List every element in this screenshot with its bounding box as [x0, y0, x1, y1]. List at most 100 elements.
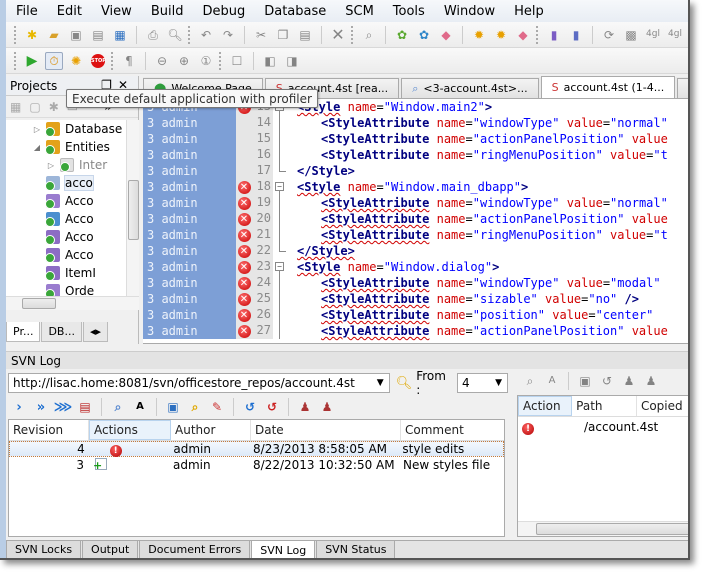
- menu-view[interactable]: View: [101, 4, 132, 19]
- rebuild-icon[interactable]: ✹: [492, 26, 510, 44]
- blame-revision-icon[interactable]: ♟: [318, 398, 336, 416]
- menu-help[interactable]: Help: [514, 4, 544, 19]
- error-icon[interactable]: ✕: [237, 324, 251, 338]
- redo-icon[interactable]: ↷: [219, 26, 237, 44]
- paste-icon[interactable]: ▤: [296, 26, 314, 44]
- tree-item[interactable]: ▷ Database: [6, 120, 126, 138]
- menu-database[interactable]: Database: [264, 4, 326, 19]
- refresh-icon[interactable]: ⟳: [600, 26, 618, 44]
- next-100-icon[interactable]: »: [32, 398, 50, 416]
- next-icon[interactable]: ◨: [283, 52, 301, 70]
- revert-icon[interactable]: ↺: [598, 372, 616, 390]
- undo-icon[interactable]: ↶: [197, 26, 215, 44]
- bottom-tab-svn-locks[interactable]: SVN Locks: [6, 541, 82, 558]
- compare-icon[interactable]: ⌕: [521, 372, 539, 390]
- find-revision-icon[interactable]: ⌕: [186, 398, 204, 416]
- toolbar-grip[interactable]: [111, 51, 114, 70]
- run-icon[interactable]: ▶: [23, 52, 41, 70]
- annotate-icon[interactable]: A: [543, 372, 561, 390]
- project-tool-icon[interactable]: ▢: [29, 100, 40, 114]
- split-icon[interactable]: ☐: [228, 52, 246, 70]
- new-file-icon[interactable]: ✱: [23, 26, 41, 44]
- tree-item[interactable]: Acco: [6, 246, 126, 264]
- open-file-icon[interactable]: ▰: [45, 26, 63, 44]
- column-copied[interactable]: Copied: [637, 396, 688, 416]
- code-editor[interactable]: 3 admin✕13−<Style name="Window.main2">3 …: [143, 99, 688, 344]
- zoom-reset-icon[interactable]: ①: [197, 52, 215, 70]
- toolbar-grip[interactable]: [14, 25, 17, 44]
- cut-icon[interactable]: ✂: [252, 26, 270, 44]
- clean-all-icon[interactable]: ◆: [514, 26, 532, 44]
- chevron-down-icon[interactable]: ▼: [377, 378, 389, 388]
- deploy-icon[interactable]: ▩: [622, 26, 640, 44]
- tree-horizontal-scrollbar[interactable]: [6, 296, 139, 310]
- save-all-icon[interactable]: ▦: [111, 26, 129, 44]
- tree-item[interactable]: Acco: [6, 210, 126, 228]
- compare-icon[interactable]: ⌕: [109, 398, 127, 416]
- svn-url-combobox[interactable]: http://lisac.home:8081/svn/officestore_r…: [8, 373, 390, 393]
- revert-changes-icon[interactable]: ↺: [263, 398, 281, 416]
- clean-icon[interactable]: ◆: [437, 26, 455, 44]
- column-date[interactable]: Date: [251, 420, 401, 440]
- compile-icon[interactable]: ✿: [393, 26, 411, 44]
- revert-icon[interactable]: ↺: [241, 398, 259, 416]
- zoom-out-icon[interactable]: ⊖: [153, 52, 171, 70]
- save-as-icon[interactable]: ▤: [89, 26, 107, 44]
- tree-item[interactable]: ItemI: [6, 264, 126, 282]
- build-icon[interactable]: ✹: [470, 26, 488, 44]
- error-icon[interactable]: ✕: [237, 276, 251, 290]
- show-all-icon[interactable]: ⋙: [54, 398, 73, 416]
- menu-window[interactable]: Window: [444, 4, 495, 19]
- scrollbar-thumb[interactable]: [128, 180, 139, 240]
- project-tool-icon[interactable]: ✱: [49, 100, 59, 114]
- scrollbar-thumb[interactable]: [22, 298, 56, 309]
- search-icon[interactable]: 🔍︎: [396, 376, 413, 391]
- tab-db[interactable]: DB...: [41, 322, 82, 342]
- save-icon[interactable]: ▣: [67, 26, 85, 44]
- menu-file[interactable]: File: [16, 4, 38, 19]
- menu-edit[interactable]: Edit: [57, 4, 82, 19]
- bottom-tab-svn-status[interactable]: SVN Status: [316, 541, 396, 558]
- changed-path-row[interactable]: ! /account.4st: [518, 417, 688, 437]
- revision-row[interactable]: 3 admin 8/22/2013 10:32:50 AM New styles fi…: [9, 457, 504, 473]
- blame-revision-icon[interactable]: ♟: [642, 372, 660, 390]
- tree-item[interactable]: ▷ Inter: [6, 156, 126, 174]
- editor-tab[interactable]: Saccount.4st (1-4...: [540, 76, 676, 98]
- menu-tools[interactable]: Tools: [393, 4, 425, 19]
- column-path[interactable]: Path: [572, 396, 637, 416]
- copy-icon[interactable]: ❐: [274, 26, 292, 44]
- delete-icon[interactable]: ✕: [329, 26, 347, 44]
- edit-comment-icon[interactable]: ✎: [208, 398, 226, 416]
- error-icon[interactable]: ✕: [237, 212, 251, 226]
- tab-projects[interactable]: Pr...: [6, 322, 41, 342]
- next-page-icon[interactable]: ›: [10, 398, 28, 416]
- collapse-icon[interactable]: −: [275, 262, 284, 271]
- import-database-icon[interactable]: ▮: [567, 26, 585, 44]
- link-icon[interactable]: ✿: [415, 26, 433, 44]
- blame-icon[interactable]: ♟: [296, 398, 314, 416]
- revision-row[interactable]: 4! admin 8/23/2013 8:58:05 AM style edits: [9, 441, 504, 457]
- 4gl-icon[interactable]: 4gl: [644, 26, 662, 44]
- tree-item[interactable]: ◢ Entities: [6, 138, 126, 156]
- debug-icon[interactable]: ✺: [67, 52, 85, 70]
- editor-tab-overflow[interactable]: ⌕: [677, 78, 688, 98]
- error-icon[interactable]: ✕: [237, 180, 251, 194]
- error-icon[interactable]: ✕: [237, 292, 251, 306]
- profiler-icon[interactable]: ⏱: [45, 51, 63, 70]
- toolbar-grip[interactable]: [351, 25, 354, 44]
- toolbar-grip[interactable]: [219, 51, 222, 70]
- tab-scroll-arrows[interactable]: ◂▸: [82, 322, 109, 342]
- column-action[interactable]: Action: [518, 396, 573, 416]
- print-icon[interactable]: ⎙: [144, 26, 162, 44]
- previous-icon[interactable]: ◧: [261, 52, 279, 70]
- error-icon[interactable]: ✕: [237, 244, 251, 258]
- error-icon[interactable]: ✕: [237, 260, 251, 274]
- from-revision-combobox[interactable]: 4 ▼: [457, 373, 508, 393]
- blame-icon[interactable]: ♟: [620, 372, 638, 390]
- select-icon[interactable]: ▣: [164, 398, 182, 416]
- menu-scm[interactable]: SCM: [345, 4, 374, 19]
- find-icon[interactable]: ⌕: [360, 26, 378, 44]
- bottom-tab-output[interactable]: Output: [82, 541, 139, 558]
- error-icon[interactable]: ✕: [237, 308, 251, 322]
- chevron-down-icon[interactable]: ▼: [495, 378, 507, 388]
